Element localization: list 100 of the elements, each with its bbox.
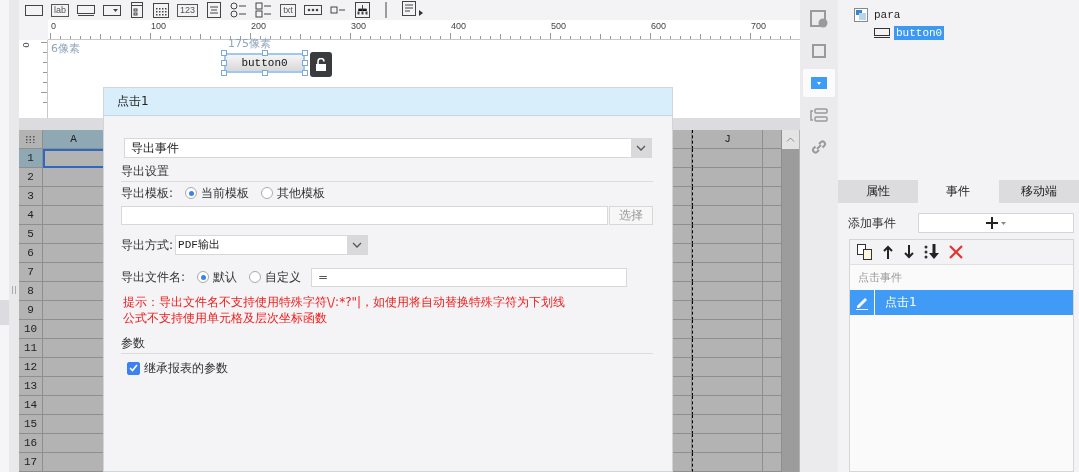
template-path-field[interactable] [121, 205, 609, 225]
event-type-select[interactable]: 导出事件 [124, 138, 652, 158]
password-icon[interactable] [304, 5, 323, 15]
number-widget-icon[interactable]: 123 [177, 3, 199, 17]
row-header[interactable]: 5 [19, 225, 43, 244]
export-method-select[interactable]: PDF输出 [175, 235, 369, 255]
row-header[interactable]: 12 [19, 358, 43, 377]
field-label: 导出方式: [121, 236, 174, 254]
column-header[interactable]: A [43, 130, 105, 149]
move-to-bottom-icon[interactable] [924, 244, 940, 260]
scroll-up-button[interactable] [782, 130, 799, 149]
grid-cell[interactable] [692, 282, 763, 301]
row-header[interactable]: 14 [19, 396, 43, 415]
select-all-corner[interactable] [19, 130, 43, 149]
grid-cell[interactable] [692, 244, 763, 263]
ruler-label: 700 [751, 21, 767, 31]
splitter-grip-icon[interactable] [12, 286, 16, 294]
radio-option[interactable]: 默认 [197, 268, 238, 286]
link-icon[interactable] [811, 139, 827, 155]
dialog-title: 点击1 [104, 88, 672, 116]
delete-icon[interactable] [949, 245, 963, 259]
cell-attributes-icon[interactable] [810, 10, 828, 28]
copy-icon[interactable] [857, 244, 873, 260]
grid-cell[interactable] [43, 149, 105, 168]
grid-cell[interactable] [692, 415, 763, 434]
radio-option[interactable]: 其他模板 [261, 184, 326, 202]
row-header[interactable]: 9 [19, 301, 43, 320]
checkbox-label: 继承报表的参数 [144, 359, 228, 377]
resize-handle[interactable] [262, 50, 268, 56]
widget-settings-icon[interactable] [811, 77, 827, 89]
row-header[interactable]: 16 [19, 434, 43, 453]
row-header[interactable]: 2 [19, 168, 43, 187]
form-icon[interactable] [131, 2, 143, 18]
row-header[interactable]: 11 [19, 339, 43, 358]
move-down-icon[interactable] [903, 245, 915, 259]
radio-option[interactable]: 当前模板 [185, 184, 250, 202]
grid-cell[interactable] [692, 377, 763, 396]
grid-cell[interactable] [692, 434, 763, 453]
move-up-icon[interactable] [882, 245, 894, 259]
row-header[interactable]: 13 [19, 377, 43, 396]
ruler-label: 0 [20, 42, 31, 48]
frame-icon[interactable] [811, 43, 827, 59]
checkbox-widget-icon[interactable] [330, 5, 347, 15]
calendar-icon[interactable] [153, 2, 169, 18]
radio-option[interactable]: 自定义 [249, 268, 302, 286]
grid-cell[interactable] [692, 225, 763, 244]
collapsed-panel-tab[interactable] [0, 300, 9, 325]
tree-widget-icon[interactable] [354, 2, 370, 18]
label-widget-icon[interactable]: lab [51, 3, 69, 17]
side-tool-button[interactable] [803, 69, 835, 97]
panel-tab[interactable]: 事件 [918, 180, 999, 203]
button-widget[interactable]: button0 [224, 53, 305, 73]
textarea-icon[interactable] [207, 2, 222, 18]
row-header[interactable]: 1 [19, 149, 43, 168]
row-header[interactable]: 4 [19, 206, 43, 225]
add-event-button[interactable] [918, 213, 1074, 233]
row-header[interactable]: 6 [19, 244, 43, 263]
ruler-label: 100 [151, 21, 167, 31]
chevron-down-icon [636, 145, 646, 151]
grid-cell[interactable] [692, 339, 763, 358]
grid-cell[interactable] [692, 358, 763, 377]
pencil-icon [855, 295, 869, 310]
grid-cell[interactable] [692, 320, 763, 339]
row-header[interactable]: 10 [19, 320, 43, 339]
column-header[interactable] [763, 130, 782, 149]
gap-label: 175像素 [228, 38, 271, 49]
gap-label: 6像素 [51, 43, 80, 54]
text-widget-icon[interactable]: txt [280, 3, 296, 17]
row-header[interactable]: 17 [19, 453, 43, 472]
grid-cell[interactable] [692, 206, 763, 225]
layout-icon[interactable] [810, 108, 828, 122]
row-header[interactable]: 15 [19, 415, 43, 434]
row-header[interactable]: 3 [19, 187, 43, 206]
chevron-down-icon [352, 242, 363, 248]
grid-cell[interactable] [692, 168, 763, 187]
tree-item[interactable]: para [872, 8, 903, 22]
grid-cell[interactable] [692, 301, 763, 320]
grid-cell[interactable] [692, 149, 763, 168]
more-widgets-icon[interactable] [402, 1, 425, 19]
toolbar-separator-icon [385, 2, 388, 18]
grid-dots-icon [26, 135, 35, 143]
grid-cell[interactable] [692, 187, 763, 206]
checkbox[interactable] [127, 361, 140, 375]
row-header[interactable]: 7 [19, 263, 43, 282]
chevron-up-icon [786, 137, 795, 142]
section-title: 导出设置 [121, 162, 653, 182]
checkbox-group-icon[interactable] [255, 2, 273, 18]
grid-cell[interactable] [692, 453, 763, 472]
resize-handle[interactable] [262, 70, 268, 76]
lock-button[interactable] [310, 52, 332, 77]
radio-group-icon[interactable] [230, 2, 248, 18]
dropdown-icon[interactable] [103, 4, 121, 16]
column-header[interactable]: J [692, 130, 763, 149]
file-name-field[interactable]: = [311, 267, 628, 287]
button-widget-icon[interactable] [77, 4, 95, 16]
grid-cell[interactable] [692, 396, 763, 415]
grid-cell[interactable] [692, 263, 763, 282]
container-icon [854, 8, 868, 22]
row-header[interactable]: 8 [19, 282, 43, 301]
textbox-icon[interactable] [25, 4, 43, 16]
